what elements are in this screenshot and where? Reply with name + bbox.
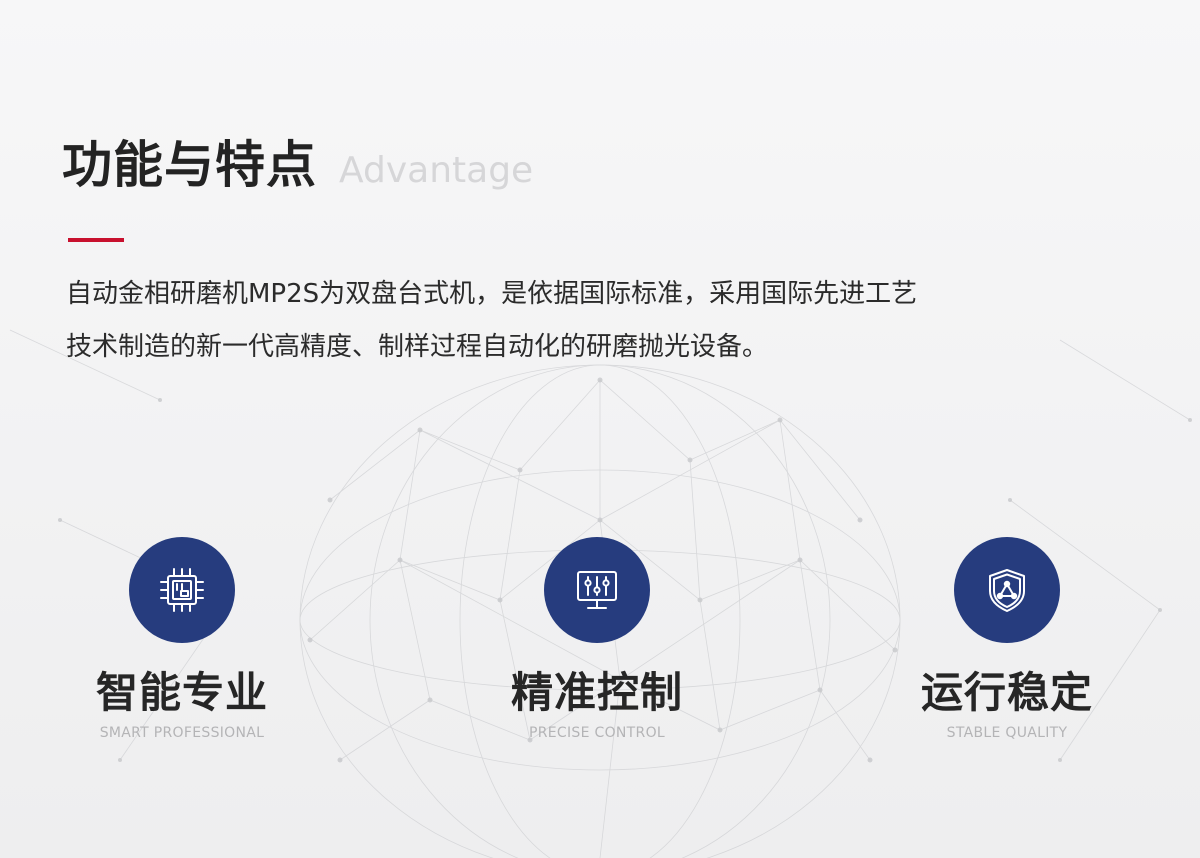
intro-line-2: 技术制造的新一代高精度、制样过程自动化的研磨抛光设备。	[66, 332, 769, 362]
intro-paragraph: 自动金相研磨机MP2S为双盘台式机，是依据国际标准，采用国际先进工艺 技术制造的…	[66, 268, 1086, 374]
title-underline	[68, 238, 124, 242]
feature-name: 精准控制	[510, 668, 683, 717]
feature-subtitle: STABLE QUALITY	[946, 725, 1068, 742]
feature-stable-quality: 运行稳定 STABLE QUALITY	[892, 537, 1122, 741]
feature-name: 智能专业	[95, 668, 268, 717]
intro-line-1: 自动金相研磨机MP2S为双盘台式机，是依据国际标准，采用国际先进工艺	[66, 279, 918, 309]
section-title: 功能与特点	[62, 136, 317, 194]
feature-smart-professional: 智能专业 SMART PROFESSIONAL	[67, 537, 297, 741]
section-title-english: Advantage	[339, 150, 534, 191]
feature-icon-circle	[954, 537, 1060, 643]
chip-icon	[160, 568, 204, 612]
section-header: 功能与特点 Advantage	[62, 140, 533, 190]
feature-subtitle: SMART PROFESSIONAL	[99, 725, 265, 742]
control-panel-icon	[577, 571, 617, 609]
shield-icon	[989, 569, 1025, 612]
feature-icon-circle	[544, 537, 650, 643]
feature-icon-circle	[129, 537, 235, 643]
feature-name: 运行稳定	[920, 668, 1093, 717]
feature-subtitle: PRECISE CONTROL	[529, 725, 665, 742]
feature-precise-control: 精准控制 PRECISE CONTROL	[482, 537, 712, 741]
